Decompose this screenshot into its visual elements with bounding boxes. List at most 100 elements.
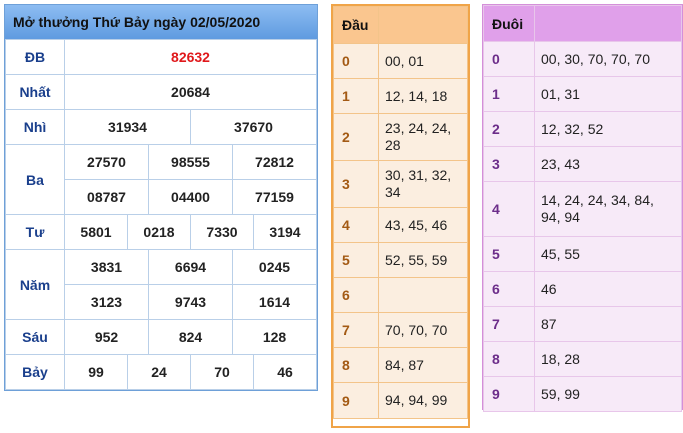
head-digit-grid: Đầu 0 00, 01 1 12, 14, 18 2 23, 24, 24, … [333, 6, 468, 419]
prize-number: 20684 [64, 74, 317, 110]
digit-values: 45, 55 [534, 236, 682, 272]
prize-number: 70 [190, 354, 254, 390]
digit-values: 43, 45, 46 [378, 207, 468, 243]
prize-number: 08787 [64, 179, 149, 215]
digit-key: 2 [333, 113, 379, 161]
digit-values: 70, 70, 70 [378, 312, 468, 348]
digit-values: 30, 31, 32, 34 [378, 160, 468, 208]
digit-key: 3 [333, 160, 379, 208]
digit-values: 18, 28 [534, 341, 682, 377]
digit-values: 00, 01 [378, 43, 468, 79]
prize-label: Năm [5, 249, 65, 320]
digit-key: 8 [483, 341, 535, 377]
prize-number: 0218 [127, 214, 191, 250]
digit-key: 6 [483, 271, 535, 307]
head-digit-row: 9 94, 94, 99 [333, 382, 468, 419]
digit-key: 9 [483, 376, 535, 412]
prize-number: 04400 [148, 179, 233, 215]
prize-number: 37670 [190, 109, 317, 145]
prize-row-second: Nhì 31934 37670 [5, 109, 317, 145]
prize-number: 1614 [232, 284, 317, 320]
head-digit-row: 8 84, 87 [333, 347, 468, 383]
digit-values: 87 [534, 306, 682, 342]
digit-key: 0 [483, 41, 535, 77]
tail-digit-row: 7 87 [483, 306, 682, 342]
prize-label: Tư [5, 214, 65, 250]
prize-row-special: ĐB 82632 [5, 39, 317, 75]
digit-values: 23, 24, 24, 28 [378, 113, 468, 161]
digit-values: 59, 99 [534, 376, 682, 412]
prize-row-fifth: Năm 3831 6694 0245 [5, 249, 317, 320]
digit-key: 8 [333, 347, 379, 383]
prize-number: 9743 [148, 284, 233, 320]
prize-label: Ba [5, 144, 65, 215]
digit-key: 6 [333, 277, 379, 313]
tail-digit-row: 2 12, 32, 52 [483, 111, 682, 147]
tail-digit-table: Đuôi 0 00, 30, 70, 70, 70 1 01, 31 2 12,… [482, 4, 683, 412]
prize-row-sixth: Sáu 952 824 128 [5, 319, 317, 355]
head-digit-header-blank [378, 6, 468, 44]
prize-number: 99 [64, 354, 128, 390]
digit-key: 9 [333, 382, 379, 419]
prize-label: Nhất [5, 74, 65, 110]
head-digit-title: Đầu [333, 6, 379, 44]
digit-key: 5 [333, 242, 379, 278]
prize-number: 72812 [232, 144, 317, 180]
digit-key: 1 [333, 78, 379, 114]
digit-key: 3 [483, 146, 535, 182]
prize-number: 3123 [64, 284, 149, 320]
head-digit-row: 0 00, 01 [333, 43, 468, 79]
digit-values: 84, 87 [378, 347, 468, 383]
digit-values: 52, 55, 59 [378, 242, 468, 278]
digit-values: 00, 30, 70, 70, 70 [534, 41, 682, 77]
special-prize-number: 82632 [64, 39, 317, 75]
lottery-results-table: Mở thưởng Thứ Bảy ngày 02/05/2020 ĐB 826… [4, 4, 318, 391]
digit-values: 94, 94, 99 [378, 382, 468, 419]
head-digit-row: 2 23, 24, 24, 28 [333, 113, 468, 161]
prize-number: 5801 [64, 214, 128, 250]
prize-number: 3194 [253, 214, 317, 250]
tail-digit-row: 9 59, 99 [483, 376, 682, 412]
prize-number: 31934 [64, 109, 191, 145]
head-digit-row: 4 43, 45, 46 [333, 207, 468, 243]
prize-number: 24 [127, 354, 191, 390]
digit-values: 01, 31 [534, 76, 682, 112]
digit-key: 4 [333, 207, 379, 243]
prize-row-first: Nhất 20684 [5, 74, 317, 110]
prize-number: 952 [64, 319, 149, 355]
digit-values: 12, 32, 52 [534, 111, 682, 147]
digit-key: 0 [333, 43, 379, 79]
digit-values [378, 277, 468, 313]
digit-key: 4 [483, 181, 535, 237]
digit-key: 7 [333, 312, 379, 348]
head-digit-row: 1 12, 14, 18 [333, 78, 468, 114]
tail-digit-row: 4 14, 24, 24, 34, 84, 94, 94 [483, 181, 682, 237]
prize-number: 46 [253, 354, 317, 390]
head-digit-row: 3 30, 31, 32, 34 [333, 160, 468, 208]
digit-key: 2 [483, 111, 535, 147]
prize-number: 824 [148, 319, 233, 355]
head-digit-row: 5 52, 55, 59 [333, 242, 468, 278]
prize-label: ĐB [5, 39, 65, 75]
prize-number: 7330 [190, 214, 254, 250]
prize-number: 98555 [148, 144, 233, 180]
prize-label: Bảy [5, 354, 65, 390]
results-title: Mở thưởng Thứ Bảy ngày 02/05/2020 [5, 5, 317, 39]
head-digit-table: Đầu 0 00, 01 1 12, 14, 18 2 23, 24, 24, … [331, 4, 470, 428]
tail-digit-row: 6 46 [483, 271, 682, 307]
head-digit-row: 6 [333, 277, 468, 313]
head-digit-row: 7 70, 70, 70 [333, 312, 468, 348]
prize-number: 27570 [64, 144, 149, 180]
head-digit-header: Đầu [333, 6, 468, 44]
tail-digit-row: 0 00, 30, 70, 70, 70 [483, 41, 682, 77]
prize-number: 3831 [64, 249, 149, 285]
prize-row-third: Ba 27570 98555 72812 [5, 144, 317, 215]
prize-number: 77159 [232, 179, 317, 215]
digit-key: 5 [483, 236, 535, 272]
prize-row-fourth: Tư 5801 0218 7330 3194 [5, 214, 317, 250]
digit-values: 12, 14, 18 [378, 78, 468, 114]
digit-key: 1 [483, 76, 535, 112]
digit-values: 14, 24, 24, 34, 84, 94, 94 [534, 181, 682, 237]
prize-label: Sáu [5, 319, 65, 355]
tail-digit-grid: Đuôi 0 00, 30, 70, 70, 70 1 01, 31 2 12,… [483, 5, 682, 412]
